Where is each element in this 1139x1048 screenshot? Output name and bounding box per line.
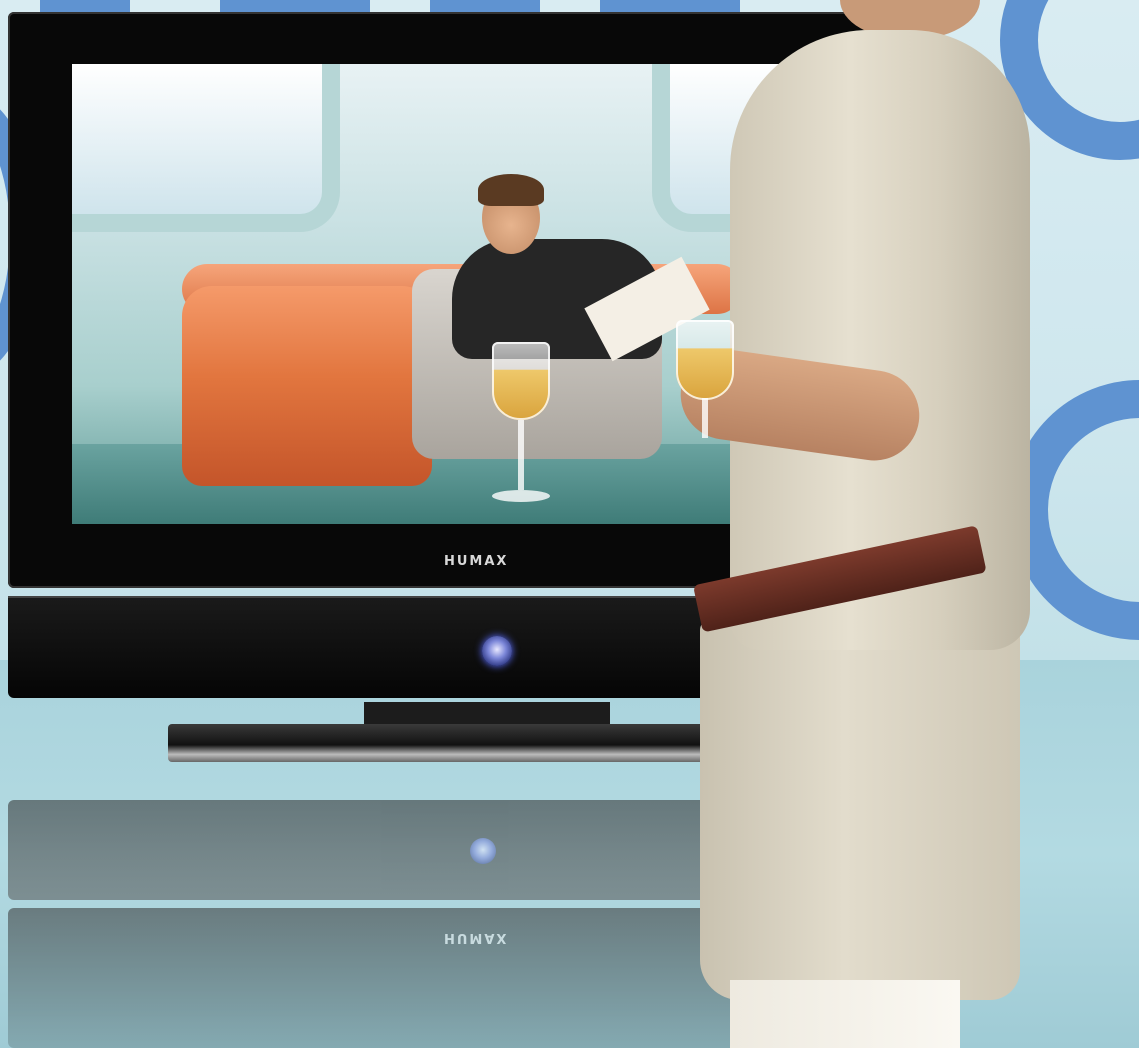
wine-glass-right — [676, 320, 734, 440]
woman-legs — [730, 980, 960, 1048]
tv-brand-label: HUMAX — [444, 554, 509, 569]
woman-tunic-lower — [700, 620, 1020, 1000]
orange-sofa — [182, 286, 432, 486]
screen-window-left — [72, 64, 340, 232]
wine-glass-left — [492, 342, 550, 502]
reflection-power-icon — [470, 838, 496, 864]
reflection-brand-label: HUMAX — [444, 930, 509, 945]
product-photo: HUMAX HUMAX — [0, 0, 1139, 1048]
seated-man-hair — [478, 174, 544, 206]
power-button-icon — [482, 636, 512, 666]
standing-woman — [674, 0, 1139, 1048]
tv-stand-neck — [364, 702, 610, 726]
